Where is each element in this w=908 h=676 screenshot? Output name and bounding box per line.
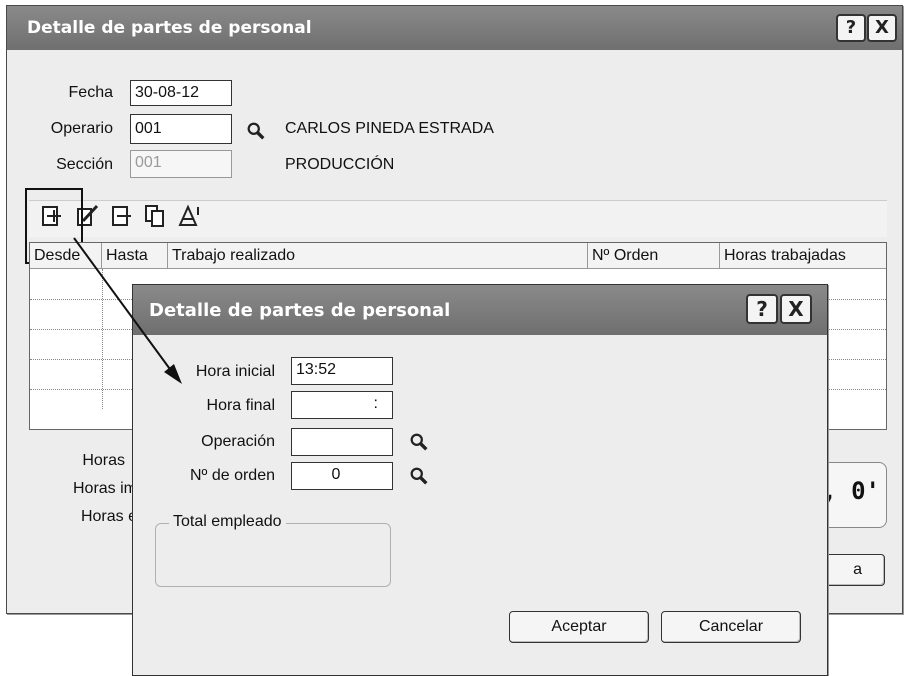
orden-label: Nº de orden (189, 467, 275, 484)
horas-im-label: Horas im (72, 480, 137, 497)
hora-final-field[interactable]: : (291, 391, 393, 419)
operario-label: Operario (50, 120, 113, 137)
operacion-field[interactable] (291, 428, 393, 456)
orden-search-icon[interactable] (410, 467, 428, 485)
seccion-field: 001 (130, 150, 232, 178)
dialog-close-button[interactable]: X (780, 294, 812, 324)
hora-final-label: Hora final (206, 397, 275, 414)
sort-icon[interactable] (177, 201, 203, 231)
copy-record-icon[interactable] (143, 201, 169, 231)
col-desde[interactable]: Desde (30, 243, 102, 269)
hora-inicial-field[interactable]: 13:52 (291, 357, 393, 385)
orden-field[interactable]: 0 (291, 462, 393, 490)
hora-inicial-label: Hora inicial (195, 363, 275, 380)
accept-button[interactable]: Aceptar (509, 611, 649, 643)
seccion-label: Sección (56, 156, 113, 173)
total-empleado-label: Total empleado (169, 513, 286, 531)
col-trabajo[interactable]: Trabajo realizado (168, 243, 588, 269)
delete-record-icon[interactable] (109, 201, 135, 231)
cancel-button[interactable]: Cancelar (661, 611, 801, 643)
col-horas[interactable]: Horas trabajadas (720, 243, 886, 269)
main-title: Detalle de partes de personal (27, 18, 312, 38)
fecha-field[interactable]: 30-08-12 (130, 80, 232, 106)
main-help-button[interactable]: ? (836, 14, 866, 42)
col-hasta[interactable]: Hasta (102, 243, 168, 269)
dialog-help-button[interactable]: ? (746, 294, 778, 324)
main-titlebar: Detalle de partes de personal ? X (7, 6, 902, 50)
fecha-label: Fecha (68, 84, 113, 101)
operario-search-icon[interactable] (247, 122, 265, 140)
main-close-button[interactable]: X (867, 14, 897, 42)
dialog-window: Detalle de partes de personal ? X Hora i… (132, 284, 828, 676)
horas-label: Horas (82, 452, 125, 469)
col-orden[interactable]: Nº Orden (588, 243, 720, 269)
dialog-title: Detalle de partes de personal (149, 300, 451, 321)
horas-e-label: Horas e (80, 508, 137, 525)
grid-toolbar (29, 200, 887, 237)
dialog-titlebar: Detalle de partes de personal ? X (133, 285, 827, 335)
operacion-label: Operación (201, 433, 275, 450)
total-empleado-group (155, 523, 391, 587)
seccion-name: PRODUCCIÓN (285, 156, 395, 173)
operacion-search-icon[interactable] (410, 433, 428, 451)
operario-name: CARLOS PINEDA ESTRADA (285, 120, 494, 137)
operario-field[interactable]: 001 (130, 114, 232, 144)
grid-col-divider (102, 269, 103, 409)
